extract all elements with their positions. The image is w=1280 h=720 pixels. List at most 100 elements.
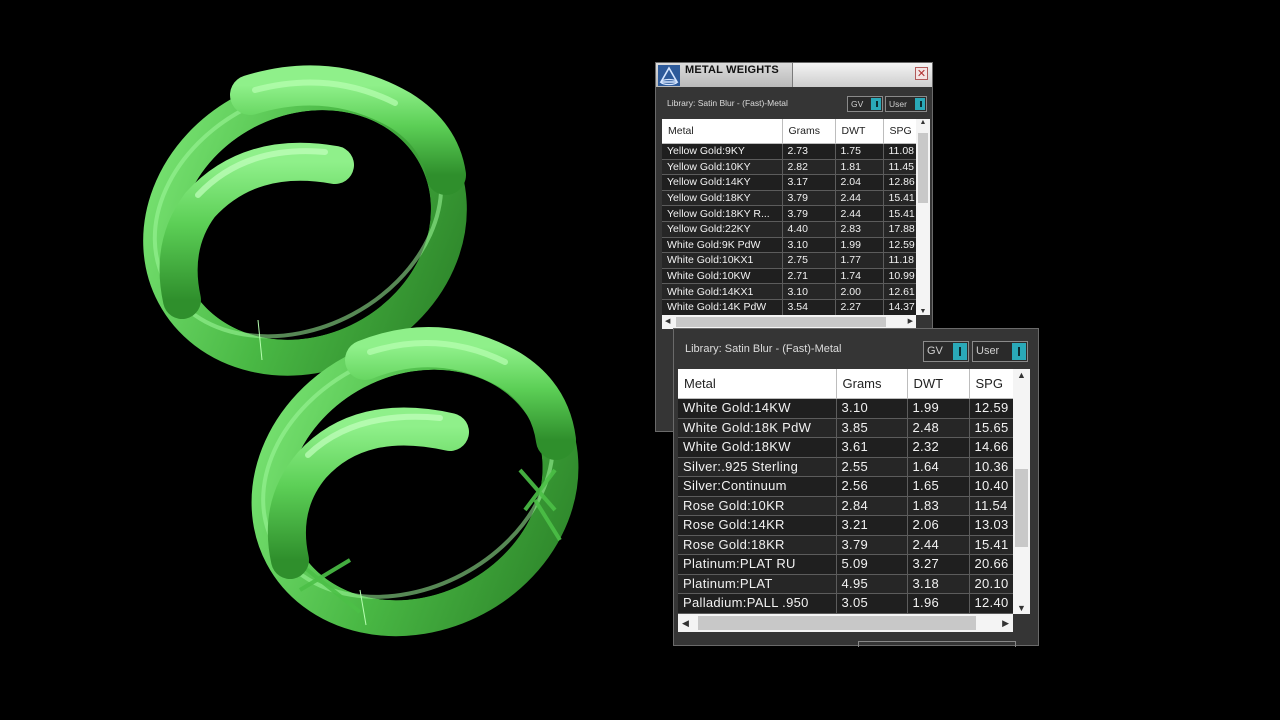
table-row[interactable]: White Gold:14K PdW 3.54 2.27 14.37 <box>662 299 916 315</box>
cell-dwt: 2.44 <box>835 190 884 207</box>
cell-dwt: 2.44 <box>907 535 970 555</box>
cell-spg: 20.66 <box>969 554 1013 575</box>
cell-metal: Silver:.925 Sterling <box>678 457 837 477</box>
gv-toggle[interactable]: GV <box>847 96 883 112</box>
table-row[interactable]: Yellow Gold:10KY 2.82 1.81 11.45 <box>662 159 916 176</box>
cell-dwt: 1.99 <box>907 398 970 419</box>
cell-metal: Yellow Gold:22KY <box>662 221 783 238</box>
cell-grams: 3.05 <box>836 593 908 614</box>
table-row[interactable]: White Gold:9K PdW 3.10 1.99 12.59 <box>662 237 916 254</box>
cell-grams: 5.09 <box>836 554 908 575</box>
column-header-spg[interactable]: SPG <box>883 119 916 144</box>
cell-spg: 15.41 <box>883 190 916 207</box>
table-row[interactable]: White Gold:14KX1 3.10 2.00 12.61 <box>662 283 916 300</box>
cell-grams: 2.82 <box>782 159 836 176</box>
scroll-left-icon[interactable]: ◀ <box>665 315 670 329</box>
scroll-thumb[interactable] <box>918 133 928 203</box>
column-header-dwt[interactable]: DWT <box>907 369 970 399</box>
user-toggle[interactable]: User <box>885 96 927 112</box>
table-row[interactable]: Rose Gold:14KR 3.21 2.06 13.03 <box>678 515 1013 536</box>
vertical-scrollbar[interactable]: ▲ ▼ <box>1013 369 1030 614</box>
scroll-right-icon[interactable]: ▶ <box>908 315 913 329</box>
scroll-down-icon[interactable]: ▼ <box>916 308 930 315</box>
metal-table[interactable]: Metal Grams DWT SPG Yellow Gold:9KY 2.73 1… <box>662 119 916 315</box>
cell-dwt: 1.96 <box>907 593 970 614</box>
gv-toggle-label: GV <box>851 99 864 109</box>
cell-spg: 14.66 <box>969 437 1013 458</box>
cell-grams: 2.56 <box>836 476 908 497</box>
metal-table[interactable]: Metal Grams DWT SPG White Gold:14KW 3.10 1… <box>678 369 1013 614</box>
table-row[interactable]: Yellow Gold:14KY 3.17 2.04 12.86 <box>662 174 916 191</box>
bottom-bar-edge <box>858 641 1016 647</box>
vertical-scrollbar[interactable]: ▲ ▼ <box>916 119 930 315</box>
cell-spg: 10.36 <box>969 457 1013 477</box>
cell-spg: 14.37 <box>883 299 916 315</box>
cell-grams: 3.10 <box>836 398 908 419</box>
table-row[interactable]: Silver:Continuum 2.56 1.65 10.40 <box>678 476 1013 497</box>
metal-weights-zoomed-panel[interactable]: Library: Satin Blur - (Fast)-Metal GV Us… <box>673 328 1039 647</box>
scroll-up-icon[interactable]: ▲ <box>1013 370 1030 380</box>
table-row[interactable]: Yellow Gold:18KY R... 3.79 2.44 15.41 <box>662 205 916 222</box>
cell-metal: White Gold:10KW <box>662 268 783 285</box>
cell-spg: 13.03 <box>969 515 1013 536</box>
table-row[interactable]: Yellow Gold:22KY 4.40 2.83 17.88 <box>662 221 916 238</box>
3d-viewport[interactable] <box>0 0 640 720</box>
column-header-metal[interactable]: Metal <box>662 119 783 144</box>
table-row[interactable]: White Gold:10KW 2.71 1.74 10.99 <box>662 268 916 285</box>
close-button[interactable]: ✕ <box>915 67 928 80</box>
cell-dwt: 2.48 <box>907 418 970 438</box>
table-row[interactable]: Palladium:PALL .950 3.05 1.96 12.40 <box>678 593 1013 614</box>
cell-grams: 3.79 <box>782 205 836 222</box>
library-label: Library: Satin Blur - (Fast)-Metal <box>667 98 788 108</box>
cell-grams: 2.75 <box>782 252 836 269</box>
title-bar[interactable]: METAL WEIGHTS ✕ <box>656 63 932 87</box>
cell-spg: 11.54 <box>969 496 1013 516</box>
cell-spg: 10.99 <box>883 268 916 285</box>
window-title: METAL WEIGHTS <box>685 64 779 76</box>
cell-dwt: 1.77 <box>835 252 884 269</box>
horizontal-scrollbar[interactable]: ◀ ▶ <box>662 315 916 329</box>
table-row[interactable]: White Gold:18KW 3.61 2.32 14.66 <box>678 437 1013 458</box>
scroll-thumb[interactable] <box>698 616 976 630</box>
cell-metal: White Gold:10KX1 <box>662 252 783 269</box>
scroll-right-icon[interactable]: ▶ <box>1002 614 1009 632</box>
column-header-grams[interactable]: Grams <box>836 369 908 399</box>
table-row[interactable]: White Gold:18K PdW 3.85 2.48 15.65 <box>678 418 1013 438</box>
cell-metal: Yellow Gold:18KY R... <box>662 205 783 222</box>
gv-toggle-knob <box>871 98 881 110</box>
cell-grams: 3.85 <box>836 418 908 438</box>
cell-metal: Yellow Gold:10KY <box>662 159 783 176</box>
cell-metal: Rose Gold:18KR <box>678 535 837 555</box>
table-row[interactable]: Yellow Gold:18KY 3.79 2.44 15.41 <box>662 190 916 207</box>
table-row[interactable]: Rose Gold:18KR 3.79 2.44 15.41 <box>678 535 1013 555</box>
scroll-down-icon[interactable]: ▼ <box>1013 603 1030 613</box>
table-row[interactable]: Platinum:PLAT RU 5.09 3.27 20.66 <box>678 554 1013 575</box>
cell-spg: 11.18 <box>883 252 916 269</box>
scroll-thumb[interactable] <box>1015 469 1028 547</box>
table-row[interactable]: Platinum:PLAT 4.95 3.18 20.10 <box>678 574 1013 594</box>
gv-toggle-label: GV <box>927 345 943 357</box>
table-row[interactable]: White Gold:10KX1 2.75 1.77 11.18 <box>662 252 916 269</box>
scroll-left-icon[interactable]: ◀ <box>682 614 689 632</box>
cell-dwt: 1.83 <box>907 496 970 516</box>
cell-metal: Platinum:PLAT RU <box>678 554 837 575</box>
gv-toggle[interactable]: GV <box>923 341 969 362</box>
table-row[interactable]: Rose Gold:10KR 2.84 1.83 11.54 <box>678 496 1013 516</box>
horizontal-scrollbar[interactable]: ◀ ▶ <box>678 614 1013 632</box>
cell-grams: 3.61 <box>836 437 908 458</box>
cell-grams: 4.95 <box>836 574 908 594</box>
table-header-row: Metal Grams DWT SPG <box>678 369 1013 399</box>
column-header-spg[interactable]: SPG <box>969 369 1013 399</box>
table-row[interactable]: Silver:.925 Sterling 2.55 1.64 10.36 <box>678 457 1013 477</box>
table-row[interactable]: Yellow Gold:9KY 2.73 1.75 11.08 <box>662 143 916 160</box>
column-header-dwt[interactable]: DWT <box>835 119 884 144</box>
scroll-thumb[interactable] <box>676 317 886 327</box>
cell-dwt: 2.06 <box>907 515 970 536</box>
scroll-up-icon[interactable]: ▲ <box>916 119 930 126</box>
title-tab[interactable]: METAL WEIGHTS <box>656 63 793 87</box>
cell-metal: Rose Gold:10KR <box>678 496 837 516</box>
column-header-metal[interactable]: Metal <box>678 369 837 399</box>
table-row[interactable]: White Gold:14KW 3.10 1.99 12.59 <box>678 398 1013 419</box>
user-toggle[interactable]: User <box>972 341 1028 362</box>
column-header-grams[interactable]: Grams <box>782 119 836 144</box>
